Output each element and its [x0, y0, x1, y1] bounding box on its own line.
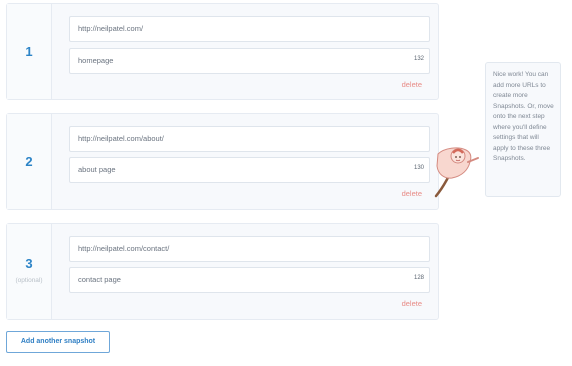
snapshot-number: 2 [25, 154, 33, 169]
delete-link[interactable]: delete [402, 80, 422, 89]
url-input[interactable]: http://neilpatel.com/ [69, 16, 430, 42]
label-value: about page [78, 165, 116, 174]
delete-link[interactable]: delete [402, 299, 422, 308]
snapshot-number-column: 3 (optional) [7, 224, 52, 319]
snapshot-number-column: 2 [7, 114, 52, 209]
snapshot-card-3: 3 (optional) http://neilpatel.com/contac… [6, 223, 439, 320]
label-input[interactable]: contact page 128 [69, 267, 430, 293]
optional-label: (optional) [15, 277, 43, 284]
label-value: contact page [78, 275, 121, 284]
snapshot-card-2: 2 http://neilpatel.com/about/ about page… [6, 113, 439, 210]
label-value: homepage [78, 56, 114, 65]
url-input[interactable]: http://neilpatel.com/contact/ [69, 236, 430, 262]
char-count: 130 [413, 165, 424, 171]
url-input[interactable]: http://neilpatel.com/about/ [69, 126, 430, 152]
tooltip-text: Nice work! You can add more URLs to crea… [493, 71, 554, 162]
snapshot-card-1: 1 http://neilpatel.com/ homepage 132 del… [6, 3, 439, 100]
snapshot-number: 1 [25, 44, 33, 59]
label-input[interactable]: homepage 132 [69, 48, 430, 74]
delete-link[interactable]: delete [402, 189, 422, 198]
snapshot-number-column: 1 [7, 4, 52, 99]
char-count: 128 [413, 275, 424, 281]
char-count: 132 [413, 56, 424, 62]
info-tooltip: Nice work! You can add more URLs to crea… [485, 62, 561, 197]
snapshot-number: 3 [25, 256, 33, 271]
pointing-mascot-icon [434, 147, 479, 198]
label-input[interactable]: about page 130 [69, 157, 430, 183]
add-snapshot-button[interactable]: Add another snapshot [6, 331, 110, 353]
